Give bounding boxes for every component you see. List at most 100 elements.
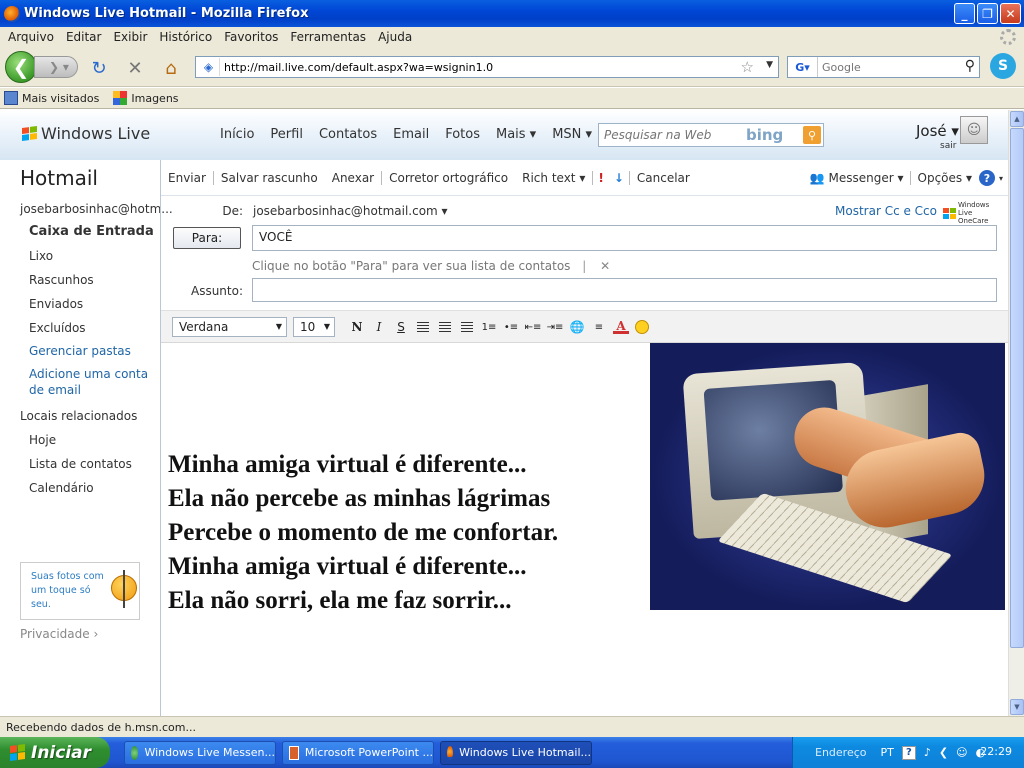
google-engine-icon[interactable]: G▾: [788, 57, 818, 77]
task-messenger[interactable]: Windows Live Messen...: [124, 740, 276, 765]
to-button[interactable]: Para:: [173, 227, 241, 249]
menu-editar[interactable]: Editar: [66, 30, 102, 44]
reload-icon[interactable]: ↻: [88, 57, 110, 79]
align-right-icon[interactable]: [459, 319, 475, 335]
nav-email[interactable]: Email: [393, 127, 429, 142]
to-field[interactable]: VOCÊ: [252, 225, 997, 251]
skype-icon[interactable]: S: [990, 53, 1016, 79]
menu-historico[interactable]: Histórico: [159, 30, 212, 44]
menu-arquivo[interactable]: Arquivo: [8, 30, 54, 44]
sidebar-item-calendario[interactable]: Calendário: [29, 481, 94, 495]
close-button[interactable]: ✕: [1000, 3, 1021, 24]
italic-icon[interactable]: I: [371, 319, 387, 335]
web-search-box[interactable]: bing ⚲: [598, 123, 824, 147]
home-icon[interactable]: ⌂: [160, 57, 182, 79]
privacy-link[interactable]: Privacidade ›: [20, 627, 98, 641]
maximize-button[interactable]: ❐: [977, 3, 998, 24]
options-button[interactable]: Opções ▾: [911, 171, 979, 185]
emoticon-icon[interactable]: [635, 320, 649, 334]
rich-text-dropdown[interactable]: Rich text ▾: [515, 171, 592, 185]
low-importance-icon[interactable]: ↓: [609, 171, 629, 185]
nav-mais[interactable]: Mais ▾: [496, 127, 536, 142]
close-hint-icon[interactable]: ✕: [600, 259, 610, 273]
bold-icon[interactable]: N: [349, 319, 365, 335]
show-cc-link[interactable]: Mostrar Cc e Cco: [835, 204, 937, 218]
scroll-thumb[interactable]: [1010, 128, 1024, 648]
manage-folders-link[interactable]: Gerenciar pastas: [29, 344, 131, 358]
indent-icon[interactable]: ⇥≡: [547, 319, 564, 335]
message-body[interactable]: Minha amiga virtual é diferente... Ela n…: [161, 343, 1008, 716]
attach-button[interactable]: Anexar: [325, 171, 381, 185]
sidebar-item-hoje[interactable]: Hoje: [29, 433, 56, 447]
sidebar-item-enviados[interactable]: Enviados: [29, 297, 83, 311]
font-select[interactable]: Verdana ▼: [172, 317, 287, 337]
from-select[interactable]: josebarbosinhac@hotmail.com ▾: [253, 204, 448, 218]
chevron-left-icon[interactable]: ❮: [939, 746, 948, 759]
numbered-list-icon[interactable]: 1≡: [481, 319, 497, 335]
spell-check-button[interactable]: Corretor ortográfico: [382, 171, 515, 185]
stop-icon[interactable]: ✕: [124, 57, 146, 79]
minimize-button[interactable]: _: [954, 3, 975, 24]
help-icon[interactable]: ?: [978, 170, 995, 186]
messenger-button[interactable]: 👥 Messenger ▾: [804, 171, 910, 185]
insert-link-icon[interactable]: 🌐: [569, 319, 585, 335]
sidebar-item-rascunhos[interactable]: Rascunhos: [29, 273, 94, 287]
windows-live-logo[interactable]: Windows Live: [22, 124, 150, 143]
menu-exibir[interactable]: Exibir: [113, 30, 147, 44]
nav-inicio[interactable]: Início: [220, 127, 254, 142]
vertical-scrollbar[interactable]: ▲ ▼: [1008, 110, 1024, 716]
menu-favoritos[interactable]: Favoritos: [224, 30, 278, 44]
nav-fotos[interactable]: Fotos: [445, 127, 480, 142]
high-importance-icon[interactable]: !: [593, 171, 608, 185]
hotmail-title[interactable]: Hotmail: [20, 166, 98, 190]
add-account-link[interactable]: Adicione uma conta de email: [29, 366, 154, 398]
user-menu[interactable]: José ▾ sair: [916, 122, 959, 151]
font-color-icon[interactable]: A: [613, 319, 629, 334]
back-button[interactable]: ❮: [5, 51, 37, 83]
advertisement[interactable]: Suas fotos com um toque só seu.: [20, 562, 140, 620]
bookmark-imagens[interactable]: Imagens: [113, 91, 179, 105]
sidebar-item-caixa-de-entrada[interactable]: Caixa de Entrada: [29, 224, 154, 239]
help-dropdown-icon[interactable]: ▾: [999, 174, 1003, 183]
nav-msn[interactable]: MSN ▾: [552, 127, 592, 142]
nav-contatos[interactable]: Contatos: [319, 127, 377, 142]
address-toolbar-label[interactable]: Endereço: [815, 746, 867, 759]
sidebar-item-excluidos[interactable]: Excluídos: [29, 321, 86, 335]
language-indicator[interactable]: PT: [881, 746, 894, 759]
horizontal-rule-icon[interactable]: ≡: [591, 319, 607, 335]
menu-ajuda[interactable]: Ajuda: [378, 30, 412, 44]
search-input[interactable]: [822, 60, 952, 74]
messenger-tray-icon[interactable]: ☺: [956, 746, 967, 759]
outdent-icon[interactable]: ⇤≡: [525, 319, 542, 335]
inline-image-computer-handshake[interactable]: [650, 343, 1005, 610]
underline-icon[interactable]: S: [393, 319, 409, 335]
web-search-input[interactable]: [604, 128, 744, 142]
send-button[interactable]: Enviar: [161, 171, 213, 185]
search-icon[interactable]: ⚲: [965, 58, 975, 74]
nav-perfil[interactable]: Perfil: [270, 127, 303, 142]
cancel-button[interactable]: Cancelar: [630, 171, 697, 185]
search-box[interactable]: G▾ ⚲: [787, 56, 980, 78]
task-firefox-hotmail[interactable]: Windows Live Hotmail...: [440, 740, 592, 765]
url-bar[interactable]: ◈ ☆ ▼: [195, 56, 779, 78]
font-size-select[interactable]: 10 ▼: [293, 317, 335, 337]
start-button[interactable]: Iniciar: [0, 737, 110, 768]
forward-button[interactable]: ❯ ▾: [34, 56, 78, 78]
sidebar-account[interactable]: josebarbosinhac@hotm...: [20, 202, 173, 216]
url-dropdown-icon[interactable]: ▼: [766, 60, 773, 70]
align-center-icon[interactable]: [437, 319, 453, 335]
subject-field[interactable]: [252, 278, 997, 302]
scroll-down-icon[interactable]: ▼: [1010, 699, 1024, 715]
align-left-icon[interactable]: [415, 319, 431, 335]
search-go-icon[interactable]: ⚲: [803, 126, 821, 144]
volume-icon[interactable]: ♪: [924, 746, 931, 759]
signout-link[interactable]: sair: [940, 141, 956, 151]
sidebar-item-lista-de-contatos[interactable]: Lista de contatos: [29, 457, 132, 471]
menu-ferramentas[interactable]: Ferramentas: [290, 30, 366, 44]
task-powerpoint[interactable]: Microsoft PowerPoint ...: [282, 740, 434, 765]
save-draft-button[interactable]: Salvar rascunho: [214, 171, 325, 185]
avatar[interactable]: ☺: [960, 116, 988, 144]
help-icon[interactable]: ?: [901, 745, 916, 760]
bullet-list-icon[interactable]: •≡: [503, 319, 519, 335]
bookmark-mais-visitados[interactable]: Mais visitados: [4, 91, 99, 105]
